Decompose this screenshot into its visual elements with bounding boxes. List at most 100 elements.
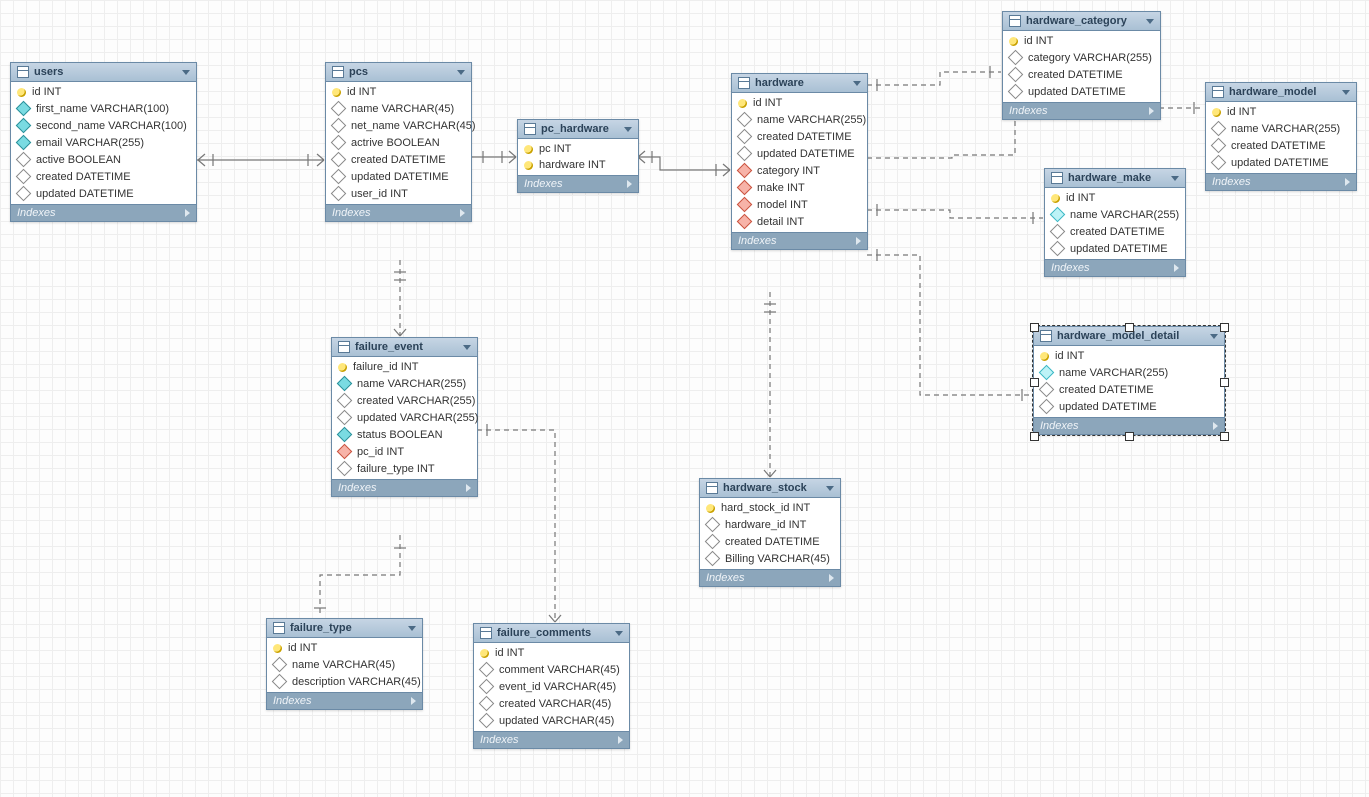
column-row[interactable]: hardware INT [518, 157, 638, 173]
column-row[interactable]: id INT [474, 645, 629, 661]
column-row[interactable]: detail INT [732, 213, 867, 230]
caret-down-icon[interactable] [615, 631, 623, 636]
column-row[interactable]: updated DATETIME [326, 168, 471, 185]
er-diagram-canvas[interactable]: usersid INTfirst_name VARCHAR(100)second… [0, 0, 1369, 797]
column-row[interactable]: updated VARCHAR(255) [332, 409, 477, 426]
column-row[interactable]: name VARCHAR(255) [732, 111, 867, 128]
column-row[interactable]: created DATETIME [732, 128, 867, 145]
column-row[interactable]: created DATETIME [1003, 66, 1160, 83]
column-row[interactable]: status BOOLEAN [332, 426, 477, 443]
entity-hardware_stock[interactable]: hardware_stock hard_stock_id INThardware_… [699, 478, 841, 587]
column-row[interactable]: email VARCHAR(255) [11, 134, 196, 151]
column-row[interactable]: hardware_id INT [700, 516, 840, 533]
column-row[interactable]: id INT [1206, 104, 1356, 120]
column-row[interactable]: id INT [1003, 33, 1160, 49]
entity-header[interactable]: pc_hardware [518, 120, 638, 139]
entity-header[interactable]: failure_event [332, 338, 477, 357]
column-row[interactable]: description VARCHAR(45) [267, 673, 422, 690]
entity-hardware_make[interactable]: hardware_makeid INTname VARCHAR(255)crea… [1044, 168, 1186, 277]
entity-hardware[interactable]: hardwareid INTname VARCHAR(255)created D… [731, 73, 868, 250]
indexes-section[interactable]: Indexes [11, 204, 196, 221]
column-row[interactable]: make INT [732, 179, 867, 196]
column-row[interactable]: Billing VARCHAR(45) [700, 550, 840, 567]
selection-handle[interactable] [1030, 323, 1039, 332]
indexes-section[interactable]: Indexes [518, 175, 638, 192]
column-row[interactable]: name VARCHAR(45) [267, 656, 422, 673]
caret-down-icon[interactable] [826, 486, 834, 491]
column-row[interactable]: updated DATETIME [1045, 240, 1185, 257]
entity-header[interactable]: users [11, 63, 196, 82]
column-row[interactable]: active BOOLEAN [11, 151, 196, 168]
column-row[interactable]: pc_id INT [332, 443, 477, 460]
caret-down-icon[interactable] [182, 70, 190, 75]
column-row[interactable]: comment VARCHAR(45) [474, 661, 629, 678]
entity-header[interactable]: pcs [326, 63, 471, 82]
column-row[interactable]: updated DATETIME [1034, 398, 1224, 415]
caret-down-icon[interactable] [1342, 90, 1350, 95]
column-row[interactable]: id INT [11, 84, 196, 100]
column-row[interactable]: name VARCHAR(45) [326, 100, 471, 117]
column-row[interactable]: created DATETIME [1045, 223, 1185, 240]
column-row[interactable]: updated VARCHAR(45) [474, 712, 629, 729]
entity-pc_hardware[interactable]: pc_hardwarepc INThardware INT Indexes [517, 119, 639, 193]
entity-hardware_model_detail[interactable]: hardware_model_detailid INTname VARCHAR(… [1033, 326, 1225, 435]
column-row[interactable]: id INT [1034, 348, 1224, 364]
column-row[interactable]: net_name VARCHAR(45) [326, 117, 471, 134]
entity-failure_comments[interactable]: failure_commentsid INTcomment VARCHAR(45… [473, 623, 630, 749]
entity-header[interactable]: hardware_category [1003, 12, 1160, 31]
column-row[interactable]: updated DATETIME [1003, 83, 1160, 100]
column-row[interactable]: id INT [326, 84, 471, 100]
column-row[interactable]: pc INT [518, 141, 638, 157]
column-row[interactable]: created VARCHAR(45) [474, 695, 629, 712]
column-row[interactable]: name VARCHAR(255) [1034, 364, 1224, 381]
entity-header[interactable]: hardware_stock [700, 479, 840, 498]
column-row[interactable]: updated DATETIME [11, 185, 196, 202]
entity-header[interactable]: failure_comments [474, 624, 629, 643]
column-row[interactable]: event_id VARCHAR(45) [474, 678, 629, 695]
selection-handle[interactable] [1125, 432, 1134, 441]
column-row[interactable]: created DATETIME [1034, 381, 1224, 398]
entity-hardware_category[interactable]: hardware_categoryid INTcategory VARCHAR(… [1002, 11, 1161, 120]
entity-header[interactable]: failure_type [267, 619, 422, 638]
column-row[interactable]: second_name VARCHAR(100) [11, 117, 196, 134]
selection-handle[interactable] [1030, 378, 1039, 387]
column-row[interactable]: failure_id INT [332, 359, 477, 375]
selection-handle[interactable] [1220, 432, 1229, 441]
indexes-section[interactable]: Indexes [1206, 173, 1356, 190]
indexes-section[interactable]: Indexes [326, 204, 471, 221]
entity-header[interactable]: hardware_make [1045, 169, 1185, 188]
column-row[interactable]: updated DATETIME [732, 145, 867, 162]
selection-handle[interactable] [1125, 323, 1134, 332]
indexes-section[interactable]: Indexes [332, 479, 477, 496]
column-row[interactable]: id INT [1045, 190, 1185, 206]
column-row[interactable]: created DATETIME [1206, 137, 1356, 154]
caret-down-icon[interactable] [624, 127, 632, 132]
column-row[interactable]: user_id INT [326, 185, 471, 202]
indexes-section[interactable]: Indexes [474, 731, 629, 748]
indexes-section[interactable]: Indexes [1003, 102, 1160, 119]
column-row[interactable]: hard_stock_id INT [700, 500, 840, 516]
caret-down-icon[interactable] [853, 81, 861, 86]
indexes-section[interactable]: Indexes [700, 569, 840, 586]
column-row[interactable]: failure_type INT [332, 460, 477, 477]
entity-header[interactable]: hardware_model [1206, 83, 1356, 102]
indexes-section[interactable]: Indexes [732, 232, 867, 249]
column-row[interactable]: name VARCHAR(255) [1045, 206, 1185, 223]
caret-down-icon[interactable] [457, 70, 465, 75]
column-row[interactable]: name VARCHAR(255) [332, 375, 477, 392]
entity-pcs[interactable]: pcs id INTname VARCHAR(45)net_name VARCHA… [325, 62, 472, 222]
entity-failure_event[interactable]: failure_event failure_id INTname VARCHAR(… [331, 337, 478, 497]
column-row[interactable]: id INT [732, 95, 867, 111]
column-row[interactable]: created VARCHAR(255) [332, 392, 477, 409]
caret-down-icon[interactable] [1171, 176, 1179, 181]
selection-handle[interactable] [1220, 378, 1229, 387]
column-row[interactable]: model INT [732, 196, 867, 213]
indexes-section[interactable]: Indexes [1045, 259, 1185, 276]
column-row[interactable]: first_name VARCHAR(100) [11, 100, 196, 117]
entity-hardware_model[interactable]: hardware_modelid INTname VARCHAR(255)cre… [1205, 82, 1357, 191]
caret-down-icon[interactable] [1210, 334, 1218, 339]
selection-handle[interactable] [1220, 323, 1229, 332]
indexes-section[interactable]: Indexes [267, 692, 422, 709]
entity-users[interactable]: users id INTfirst_name VARCHAR(100)second… [10, 62, 197, 222]
column-row[interactable]: category VARCHAR(255) [1003, 49, 1160, 66]
